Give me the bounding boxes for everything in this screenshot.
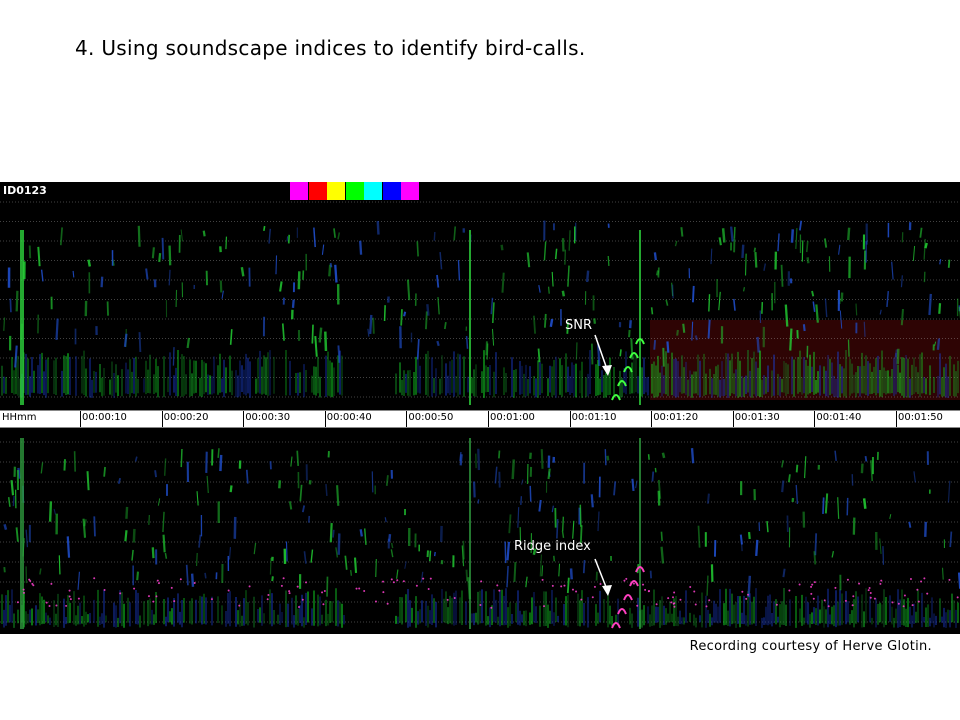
time-axis-tick-label: 00:01:50	[898, 412, 943, 423]
time-axis-tick-label: 00:00:50	[408, 412, 454, 423]
time-axis-tick-label: 00:01:40	[816, 412, 862, 423]
time-axis-tick-label: 00:01:10	[571, 412, 617, 423]
time-axis-tick-mark	[651, 411, 653, 427]
time-axis-tick-label: 00:00:10	[82, 412, 127, 423]
time-axis-tick-mark	[488, 411, 489, 427]
time-axis-tick-mark	[896, 411, 897, 427]
time-axis-tick-label: 00:01:30	[734, 412, 780, 423]
time-axis-tick-mark	[814, 411, 816, 427]
time-axis-tick-label: 00:01:00	[490, 412, 535, 423]
time-axis-tick-mark	[569, 411, 571, 427]
color-swatch	[401, 182, 419, 200]
color-swatch	[290, 182, 308, 200]
recording-credit: Recording courtesy of Herve Glotin.	[689, 639, 932, 654]
ridge-index-spectrogram-canvas	[0, 438, 960, 629]
time-axis-tick-label: 00:00:30	[245, 412, 291, 423]
ridge-index-arrow-icon	[594, 558, 612, 596]
time-axis: HHmm 00:00:10 00:00:20 00:00:30 00:00:40 00:…	[0, 410, 960, 428]
ridge-index-spectrogram	[0, 428, 960, 634]
time-axis-tick-mark	[324, 411, 326, 427]
snr-spectrogram	[0, 200, 960, 410]
color-swatch	[327, 182, 345, 200]
spectrogram-figure: ID0123 HHmm 00:00:10 00:00:20 00:00:30 00:0…	[0, 182, 960, 634]
color-swatch	[308, 182, 327, 200]
snr-annotation-label: SNR	[565, 318, 593, 333]
time-axis-tick-label: 00:01:20	[653, 412, 699, 423]
snr-spectrogram-canvas	[0, 201, 960, 405]
color-swatch	[345, 182, 364, 200]
snr-arrow-icon	[594, 334, 612, 376]
color-swatch	[382, 182, 401, 200]
slide-title: 4. Using soundscape indices to identify …	[75, 36, 586, 60]
time-axis-tick-mark	[80, 411, 81, 427]
color-swatch	[364, 182, 382, 200]
time-axis-tick-mark	[406, 411, 408, 427]
time-axis-tick-mark	[732, 411, 734, 427]
time-axis-tick-label: 00:00:40	[326, 412, 372, 423]
time-axis-unit-label: HHmm	[2, 412, 37, 423]
time-axis-tick-mark	[243, 411, 245, 427]
time-axis-tick-label: 00:00:20	[163, 412, 209, 423]
ridge-index-annotation-label: Ridge index	[514, 539, 591, 554]
recording-id-label: ID0123	[3, 184, 47, 197]
color-swatch-strip	[290, 182, 420, 200]
time-axis-tick-mark	[161, 411, 163, 427]
